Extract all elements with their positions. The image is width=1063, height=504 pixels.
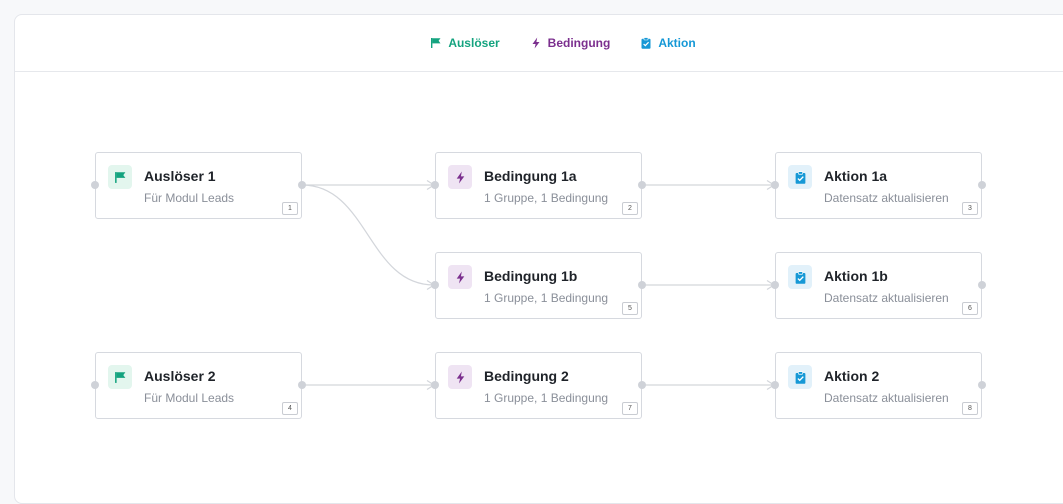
node-subtitle: Datensatz aktualisieren [824, 391, 949, 405]
node-subtitle: Für Modul Leads [144, 191, 235, 205]
node-number-badge: 8 [962, 402, 978, 415]
node-subtitle: Datensatz aktualisieren [824, 291, 949, 305]
lightning-icon [448, 365, 472, 389]
clipboard-check-icon [788, 365, 812, 389]
input-port[interactable] [771, 281, 779, 289]
output-port[interactable] [638, 181, 646, 189]
input-port[interactable] [431, 281, 439, 289]
output-port[interactable] [978, 181, 986, 189]
output-port[interactable] [298, 181, 306, 189]
node-title: Auslöser 1 [144, 168, 216, 184]
output-port[interactable] [638, 281, 646, 289]
flag-icon [108, 365, 132, 389]
input-port[interactable] [91, 181, 99, 189]
node-subtitle: Für Modul Leads [144, 391, 235, 405]
node-number-badge: 5 [622, 302, 638, 315]
output-port[interactable] [978, 281, 986, 289]
node-number-badge: 6 [962, 302, 978, 315]
node-title: Auslöser 2 [144, 368, 216, 384]
input-port[interactable] [431, 181, 439, 189]
node-trigger[interactable]: Auslöser 1 Für Modul Leads 1 [91, 152, 306, 219]
node-number-badge: 3 [962, 202, 978, 215]
node-title: Bedingung 1a [484, 168, 577, 184]
node-number-badge: 2 [622, 202, 638, 215]
edge-1-5 [301, 184, 436, 291]
node-number-badge: 4 [282, 402, 298, 415]
node-condition[interactable]: Bedingung 2 1 Gruppe, 1 Bedingung 7 [431, 352, 646, 419]
node-subtitle: Datensatz aktualisieren [824, 191, 949, 205]
node-subtitle: 1 Gruppe, 1 Bedingung [484, 291, 609, 305]
output-port[interactable] [638, 381, 646, 389]
node-condition[interactable]: Bedingung 1a 1 Gruppe, 1 Bedingung 2 [431, 152, 646, 219]
node-title: Bedingung 2 [484, 368, 569, 384]
input-port[interactable] [771, 181, 779, 189]
node-title: Aktion 1a [824, 168, 888, 184]
lightning-icon [448, 165, 472, 189]
edge-line [301, 184, 435, 286]
clipboard-check-icon [788, 265, 812, 289]
edge-layer [301, 179, 776, 391]
node-condition[interactable]: Bedingung 1b 1 Gruppe, 1 Bedingung 5 [431, 252, 646, 319]
edge-4-7 [302, 379, 436, 391]
node-number-badge: 1 [282, 202, 298, 215]
node-number-badge: 7 [622, 402, 638, 415]
node-title: Aktion 1b [824, 268, 888, 284]
node-title: Bedingung 1b [484, 268, 578, 284]
clipboard-check-icon [788, 165, 812, 189]
edge-5-6 [642, 279, 776, 291]
input-port[interactable] [771, 381, 779, 389]
input-port[interactable] [91, 381, 99, 389]
node-action[interactable]: Aktion 1b Datensatz aktualisieren 6 [771, 252, 986, 319]
node-action[interactable]: Aktion 1a Datensatz aktualisieren 3 [771, 152, 986, 219]
node-action[interactable]: Aktion 2 Datensatz aktualisieren 8 [771, 352, 986, 419]
node-trigger[interactable]: Auslöser 2 Für Modul Leads 4 [91, 352, 306, 419]
edge-7-8 [642, 379, 776, 391]
flag-icon [108, 165, 132, 189]
lightning-icon [448, 265, 472, 289]
node-subtitle: 1 Gruppe, 1 Bedingung [484, 391, 609, 405]
node-title: Aktion 2 [824, 368, 880, 384]
workflow-canvas: Auslöser 1 Für Modul Leads 1 Bedingung 1a 1 … [0, 0, 1060, 490]
node-subtitle: 1 Gruppe, 1 Bedingung [484, 191, 609, 205]
input-port[interactable] [431, 381, 439, 389]
output-port[interactable] [298, 381, 306, 389]
output-port[interactable] [978, 381, 986, 389]
edge-2-3 [642, 179, 776, 191]
